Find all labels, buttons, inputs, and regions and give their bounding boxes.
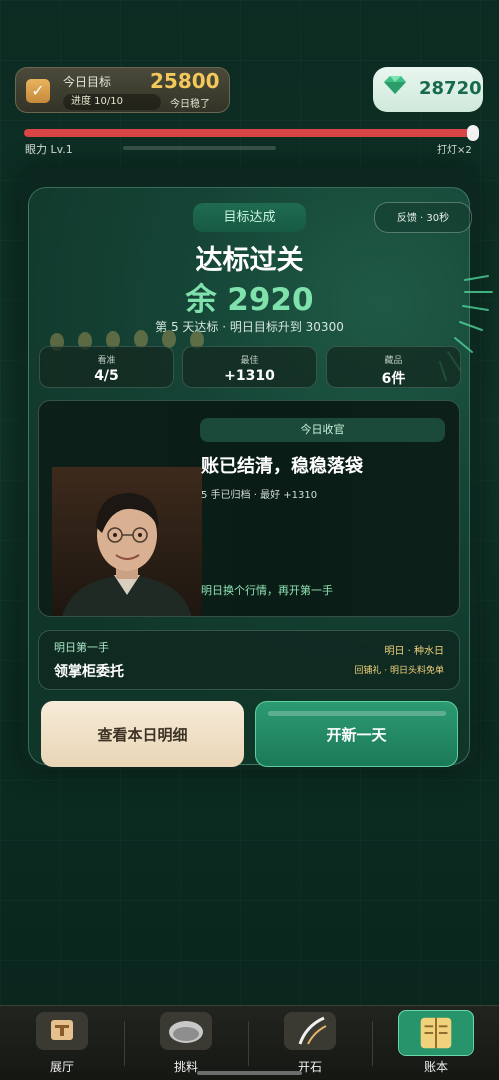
tomorrow-day-type: 明日 · 种水日	[384, 646, 444, 657]
home-indicator[interactable]	[197, 1071, 302, 1075]
stat-label: 藏品	[384, 356, 403, 366]
stat-collection: 藏品 6件	[326, 346, 461, 388]
button-shine	[268, 711, 446, 716]
nav-item-ledger[interactable]: 账本	[374, 1006, 498, 1080]
goal-value: 25800	[150, 69, 220, 93]
remaining-amount: 余 2920	[185, 282, 314, 318]
harvest-footnote: 明日换个行情，再开第一手	[201, 584, 333, 597]
stat-value: 4/5	[94, 368, 119, 384]
stat-accuracy: 看准 4/5	[39, 346, 174, 388]
ledger-icon	[398, 1010, 474, 1056]
stat-label: 看准	[97, 356, 116, 366]
tomorrow-bonus: 回铺礼 · 明日头料免单	[354, 666, 444, 676]
eye-sub-track	[123, 146, 276, 150]
goal-progress: 进度 10/10	[63, 94, 161, 110]
nav-divider	[372, 1021, 373, 1066]
stat-label: 最佳	[240, 356, 259, 366]
nav-label: 账本	[423, 1060, 448, 1074]
light-count: 打灯×2	[437, 145, 472, 156]
gem-count: 28720	[419, 78, 482, 99]
cutting-tool-icon	[284, 1012, 336, 1050]
feedback-button[interactable]: 反馈 · 30秒	[374, 202, 472, 233]
daily-goal-panel[interactable]: ✓ 今日目标 25800 进度 10/10 今日稳了	[15, 67, 230, 113]
goal-label: 今日目标	[63, 75, 112, 89]
eye-progress-knob	[467, 125, 479, 141]
eye-progress-bar	[24, 129, 477, 137]
eye-level-label: 眼力 Lv.1	[25, 143, 73, 156]
tomorrow-label: 明日第一手	[54, 641, 109, 654]
view-details-button[interactable]: 查看本日明细	[41, 701, 244, 767]
gem-icon	[384, 76, 406, 94]
new-day-label: 开新一天	[326, 725, 387, 744]
stat-value: +1310	[224, 368, 275, 384]
stone-icon	[160, 1012, 212, 1050]
pass-title: 达标过关	[195, 245, 304, 276]
day-info: 第 5 天达标 · 明日目标升到 30300	[155, 320, 344, 334]
shopkeeper-portrait	[52, 467, 202, 616]
checkbox-icon: ✓	[26, 79, 50, 103]
stat-best: 最佳 +1310	[182, 346, 317, 388]
harvest-title: 账已结清，稳稳落袋	[201, 456, 363, 477]
gem-balance[interactable]: 28720	[373, 67, 483, 112]
nav-item-hall[interactable]: 展厅	[0, 1006, 124, 1080]
daily-summary-panel: 今日收官 账已结清，稳稳落袋 5 手已归档 · 最好 +1310 明日换个行情，…	[38, 400, 460, 617]
tomorrow-task-panel[interactable]: 明日第一手 领掌柜委托 明日 · 种水日 回铺礼 · 明日头料免单	[38, 630, 460, 690]
nav-item-cut[interactable]: 开石	[248, 1006, 372, 1080]
goal-status: 今日稳了	[170, 99, 210, 110]
bottom-nav: 展厅 挑料 开石 账本	[0, 1005, 499, 1080]
stat-value: 6件	[381, 371, 406, 387]
display-case-icon	[36, 1012, 88, 1050]
nav-item-pick[interactable]: 挑料	[124, 1006, 248, 1080]
harvest-subtitle: 5 手已归档 · 最好 +1310	[201, 490, 318, 501]
nav-label: 展厅	[49, 1060, 74, 1074]
harvest-tag: 今日收官	[200, 418, 445, 442]
tomorrow-task: 领掌柜委托	[54, 664, 124, 680]
goal-achieved-badge: 目标达成	[193, 203, 306, 232]
new-day-button[interactable]: 开新一天	[255, 701, 458, 767]
